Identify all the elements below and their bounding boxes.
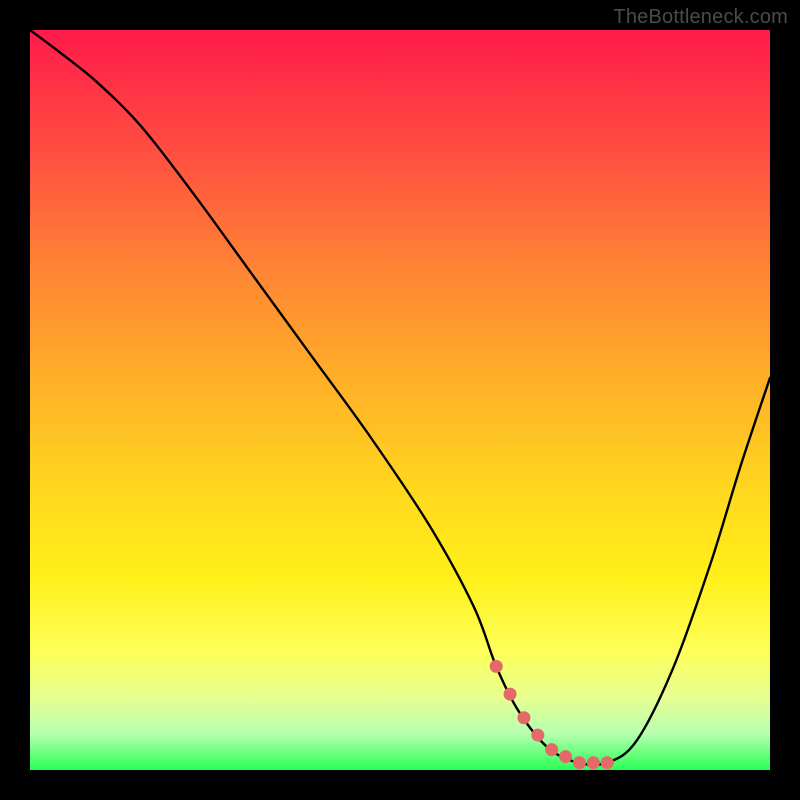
plot-area <box>30 30 770 770</box>
optimal-marker <box>531 729 544 742</box>
optimal-marker <box>587 756 600 769</box>
optimal-marker <box>601 756 614 769</box>
chart-frame: TheBottleneck.com <box>0 0 800 800</box>
optimal-marker <box>490 660 503 673</box>
optimal-marker <box>573 756 586 769</box>
watermark-text: TheBottleneck.com <box>613 6 788 29</box>
optimal-marker <box>517 711 530 724</box>
bottleneck-curve <box>30 30 770 770</box>
optimal-marker <box>559 750 572 763</box>
optimal-marker <box>545 743 558 756</box>
optimal-marker <box>504 688 517 701</box>
